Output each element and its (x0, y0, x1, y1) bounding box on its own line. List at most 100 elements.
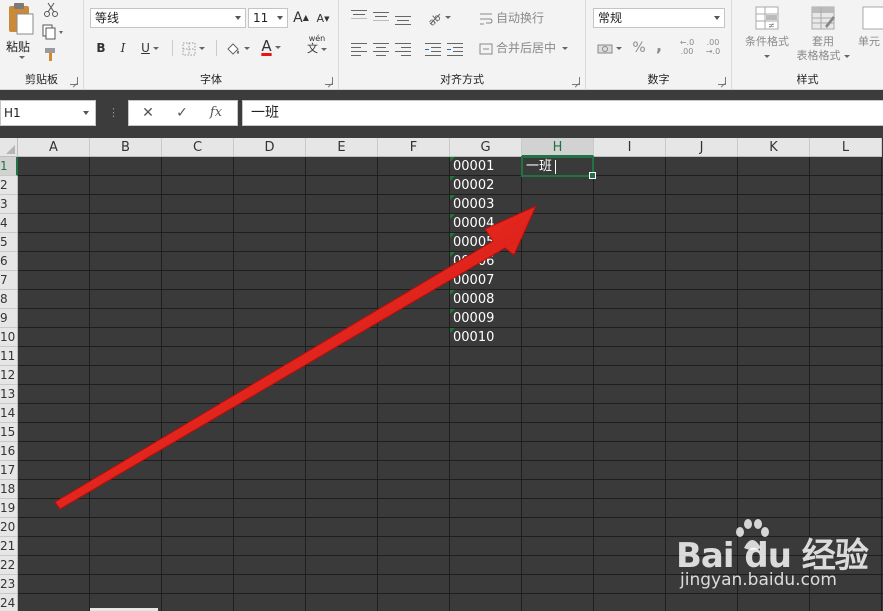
row-header-5[interactable]: 5 (0, 233, 18, 252)
chevron-down-icon (714, 16, 720, 20)
row-header-1[interactable]: 1 (0, 157, 18, 176)
font-launcher-icon[interactable] (325, 77, 333, 85)
row-header-23[interactable]: 23 (0, 575, 18, 594)
copy-icon[interactable] (42, 24, 66, 40)
cell-g4[interactable]: 00004 (450, 214, 522, 233)
cut-icon[interactable] (43, 2, 59, 18)
row-header-11[interactable]: 11 (0, 347, 18, 366)
align-middle-icon[interactable] (373, 10, 389, 22)
orientation-button[interactable]: ab (425, 7, 451, 28)
cell-g10[interactable]: 00010 (450, 328, 522, 347)
row-header-4[interactable]: 4 (0, 214, 18, 233)
number-format-select[interactable]: 常规 (593, 8, 725, 28)
row-header-7[interactable]: 7 (0, 271, 18, 290)
row-header-8[interactable]: 8 (0, 290, 18, 309)
border-button[interactable] (178, 38, 208, 58)
align-center-icon[interactable] (373, 43, 389, 56)
row-header-14[interactable]: 14 (0, 404, 18, 423)
paste-dropdown-icon[interactable] (19, 56, 25, 59)
select-all-corner[interactable] (0, 138, 18, 157)
formula-input[interactable]: 一班 (242, 100, 883, 126)
cell-g2[interactable]: 00002 (450, 176, 522, 195)
column-header-l[interactable]: L (810, 138, 882, 157)
clipboard-launcher-icon[interactable] (70, 77, 78, 85)
align-left-icon[interactable] (351, 43, 367, 56)
clipboard-group: 粘贴 剪贴板 (0, 0, 84, 90)
row-header-3[interactable]: 3 (0, 195, 18, 214)
row-header-6[interactable]: 6 (0, 252, 18, 271)
row-header-15[interactable]: 15 (0, 423, 18, 442)
align-bottom-icon[interactable] (395, 12, 411, 25)
active-cell[interactable]: 一班 (521, 156, 596, 179)
enter-icon[interactable]: ✓ (167, 101, 197, 125)
accounting-format-button[interactable] (594, 38, 624, 58)
column-header-e[interactable]: E (306, 138, 378, 157)
format-painter-icon[interactable] (43, 46, 59, 62)
bold-button[interactable]: B (92, 38, 110, 58)
font-size-select[interactable]: 11 (248, 8, 288, 28)
row-header-2[interactable]: 2 (0, 176, 18, 195)
formula-bar-grip-icon[interactable]: ⋮ (108, 106, 119, 120)
comma-button[interactable]: , (650, 36, 668, 56)
cell-g6[interactable]: 00006 (450, 252, 522, 271)
cell-g7[interactable]: 00007 (450, 271, 522, 290)
phonetic-button[interactable]: wén 文 (300, 34, 334, 54)
shrink-font-button[interactable]: A▼ (314, 9, 332, 29)
column-header-h[interactable]: H (522, 138, 594, 157)
row-header-22[interactable]: 22 (0, 556, 18, 575)
row-header-24[interactable]: 24 (0, 594, 18, 611)
column-header-g[interactable]: G (450, 138, 522, 157)
merge-center-button[interactable]: 合并后居中 (479, 38, 579, 58)
column-header-i[interactable]: I (594, 138, 666, 157)
insert-function-icon[interactable]: fx (201, 101, 231, 125)
merge-center-icon (479, 43, 493, 54)
cell-g9[interactable]: 00009 (450, 309, 522, 328)
conditional-format-button[interactable]: ≠ 条件格式 (740, 4, 794, 68)
percent-button[interactable]: % (630, 38, 648, 58)
increase-decimal-button[interactable]: ←.0 .00 (676, 38, 698, 58)
row-header-18[interactable]: 18 (0, 480, 18, 499)
wrap-text-button[interactable]: 自动换行 (479, 8, 565, 28)
cell-g5[interactable]: 00005 (450, 233, 522, 252)
grow-font-button[interactable]: A▲ (292, 8, 310, 28)
font-name-select[interactable]: 等线 (90, 8, 246, 28)
row-header-9[interactable]: 9 (0, 309, 18, 328)
column-header-b[interactable]: B (90, 138, 162, 157)
row-header-16[interactable]: 16 (0, 442, 18, 461)
row-header-17[interactable]: 17 (0, 461, 18, 480)
underline-button[interactable]: U (136, 38, 164, 58)
decrease-decimal-button[interactable]: .00 →.0 (702, 38, 724, 58)
paste-button[interactable]: 粘贴 (4, 2, 36, 59)
fill-color-button[interactable] (222, 38, 252, 58)
column-header-k[interactable]: K (738, 138, 810, 157)
row-header-20[interactable]: 20 (0, 518, 18, 537)
italic-button[interactable]: I (114, 38, 132, 58)
row-header-21[interactable]: 21 (0, 537, 18, 556)
name-box[interactable]: H1 (0, 100, 96, 126)
increase-indent-icon[interactable] (447, 43, 463, 56)
orientation-icon: ab (426, 12, 443, 28)
align-right-icon[interactable] (395, 43, 411, 56)
column-header-a[interactable]: A (18, 138, 90, 157)
decrease-indent-icon[interactable] (425, 43, 441, 56)
column-header-d[interactable]: D (234, 138, 306, 157)
column-header-c[interactable]: C (162, 138, 234, 157)
number-launcher-icon[interactable] (718, 77, 726, 85)
column-header-f[interactable]: F (378, 138, 450, 157)
alignment-launcher-icon[interactable] (572, 77, 580, 85)
align-top-icon[interactable] (351, 10, 367, 22)
row-header-12[interactable]: 12 (0, 366, 18, 385)
cancel-icon[interactable]: ✕ (133, 101, 163, 125)
cell-g8[interactable]: 00008 (450, 290, 522, 309)
cell-g3[interactable]: 00003 (450, 195, 522, 214)
format-as-table-button[interactable]: 套用 表格格式 (794, 4, 852, 68)
row-header-10[interactable]: 10 (0, 328, 18, 347)
row-header-19[interactable]: 19 (0, 499, 18, 518)
watermark-url: jingyan.baidu.com (680, 570, 837, 590)
cell-styles-button[interactable]: 单元 (854, 4, 883, 68)
number-format-value: 常规 (598, 11, 623, 25)
column-header-j[interactable]: J (666, 138, 738, 157)
row-header-13[interactable]: 13 (0, 385, 18, 404)
font-color-button[interactable]: A (256, 36, 286, 56)
cell-g1[interactable]: 00001 (450, 157, 522, 176)
